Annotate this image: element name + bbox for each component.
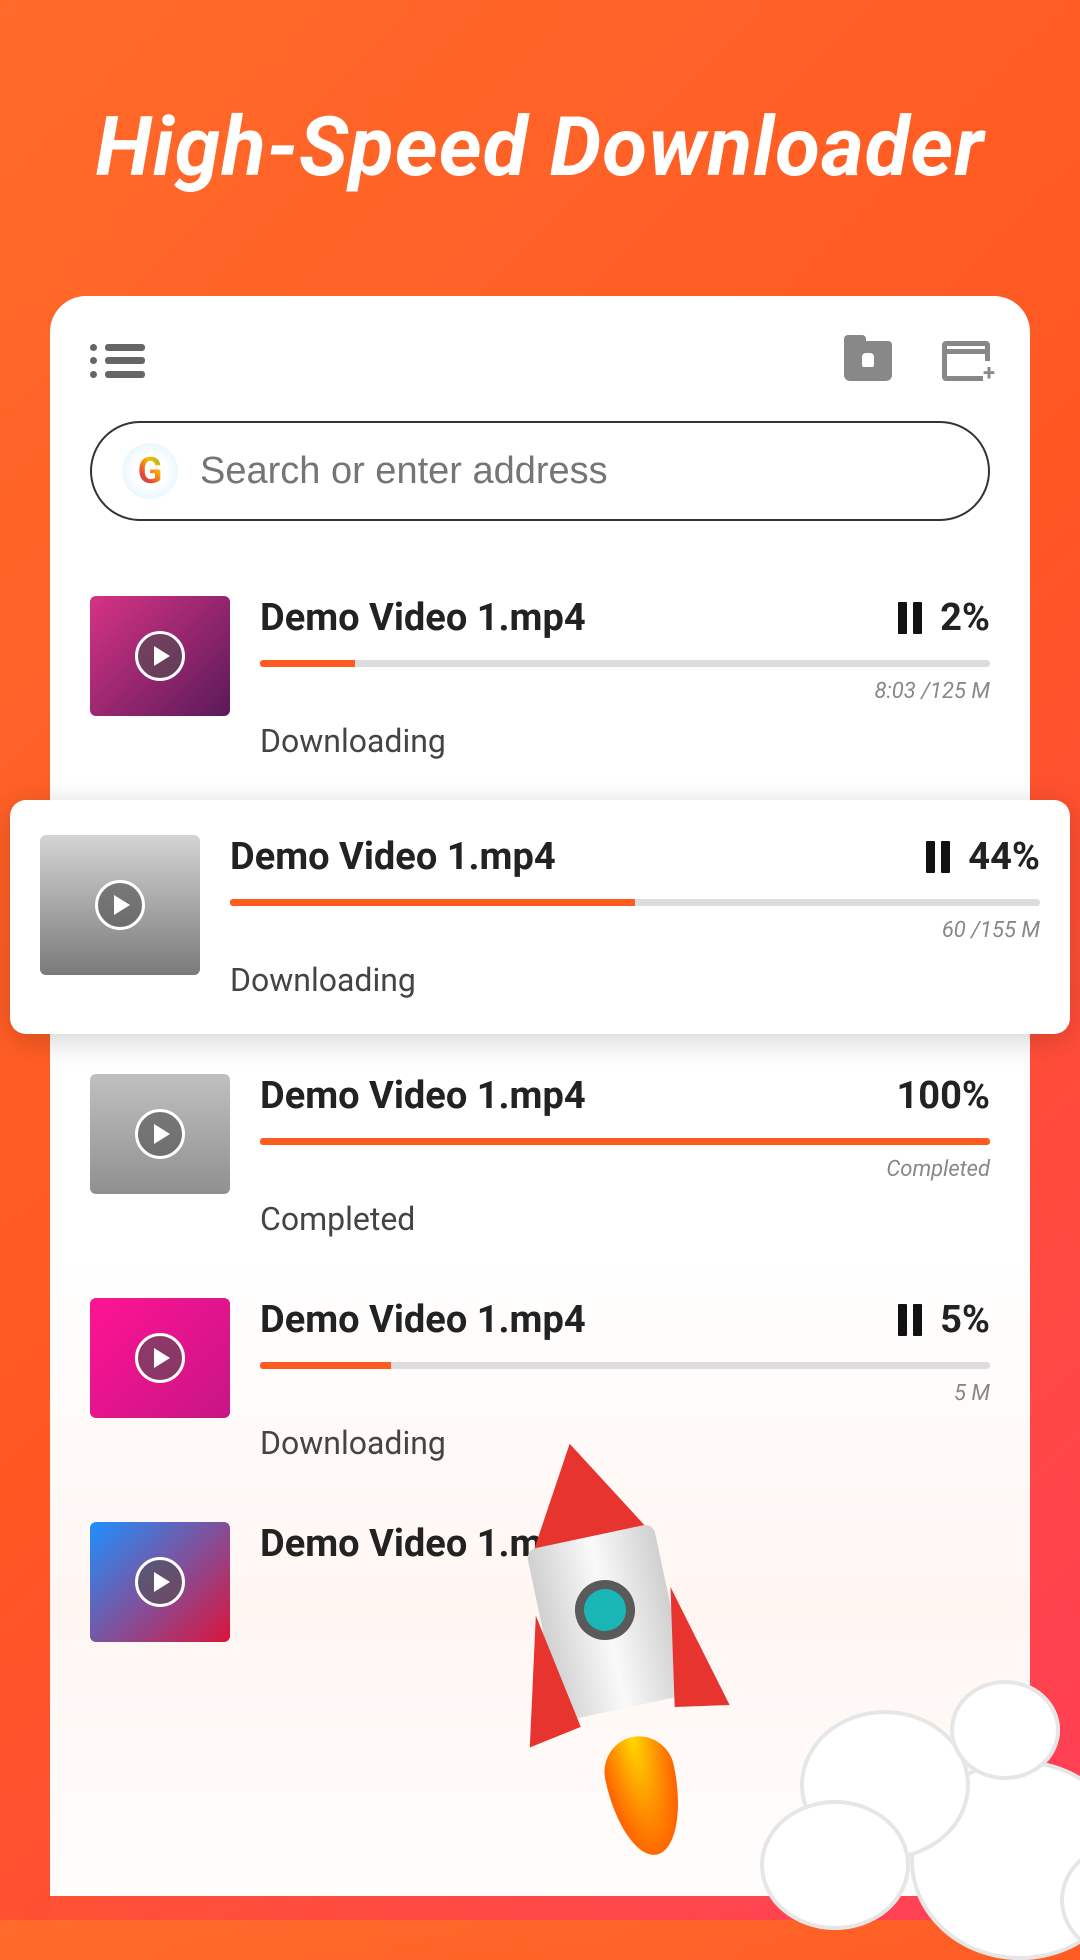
play-icon bbox=[95, 880, 145, 930]
download-size: 60 /155 M bbox=[230, 918, 1040, 943]
download-percent: 100% bbox=[897, 1074, 991, 1118]
pause-icon[interactable] bbox=[898, 1304, 922, 1336]
download-item[interactable]: Demo Video 1.mp4 2% 8:03 /125 M Download… bbox=[50, 566, 1030, 790]
hero-title: High-Speed Downloader bbox=[0, 0, 1080, 256]
progress-bar bbox=[230, 899, 1040, 906]
play-icon bbox=[135, 1557, 185, 1607]
private-folder-icon[interactable] bbox=[844, 341, 892, 381]
download-item[interactable]: Demo Video 1.mp4 5% 5 M Downloading bbox=[50, 1268, 1030, 1492]
pause-icon[interactable] bbox=[898, 602, 922, 634]
download-title: Demo Video 1.mp4 bbox=[260, 1298, 586, 1342]
search-input[interactable] bbox=[200, 450, 958, 493]
download-size: 5 M bbox=[260, 1381, 990, 1406]
download-item[interactable]: Demo Video 1.mp4 44% 60 /155 M Downloadi… bbox=[10, 800, 1070, 1034]
download-percent: 5% bbox=[940, 1298, 990, 1342]
video-thumbnail[interactable] bbox=[90, 1522, 230, 1642]
download-title: Demo Video 1.mp4 bbox=[260, 1074, 586, 1118]
video-thumbnail[interactable] bbox=[90, 1298, 230, 1418]
download-size: Completed bbox=[260, 1157, 990, 1182]
google-icon: G bbox=[122, 443, 178, 499]
video-thumbnail[interactable] bbox=[90, 1074, 230, 1194]
play-icon bbox=[135, 1109, 185, 1159]
download-title: Demo Video 1.mp4 bbox=[260, 596, 586, 640]
download-percent: 2% bbox=[940, 596, 990, 640]
video-thumbnail[interactable] bbox=[90, 596, 230, 716]
download-percent: 44% bbox=[968, 835, 1040, 879]
progress-bar bbox=[260, 1138, 990, 1145]
download-title: Demo Video 1.mp4 bbox=[230, 835, 556, 879]
menu-list-icon[interactable] bbox=[90, 341, 145, 381]
search-bar[interactable]: G bbox=[90, 421, 990, 521]
video-thumbnail[interactable] bbox=[40, 835, 200, 975]
download-status: Downloading bbox=[230, 961, 1040, 999]
pause-icon[interactable] bbox=[926, 841, 950, 873]
download-item[interactable]: Demo Video 1.mp4 100% Completed Complete… bbox=[50, 1044, 1030, 1268]
play-icon bbox=[135, 1333, 185, 1383]
progress-bar bbox=[260, 1362, 990, 1369]
download-status: Completed bbox=[260, 1200, 990, 1238]
download-title: Demo Video 1.mp4 bbox=[260, 1522, 586, 1566]
app-card: G Demo Video 1.mp4 2% 8:03 /125 M Downlo… bbox=[50, 296, 1030, 1896]
new-tab-icon[interactable] bbox=[942, 341, 990, 381]
toolbar bbox=[50, 341, 1030, 421]
download-size: 8:03 /125 M bbox=[260, 679, 990, 704]
play-icon bbox=[135, 631, 185, 681]
download-status: Downloading bbox=[260, 722, 990, 760]
download-status: Downloading bbox=[260, 1424, 990, 1462]
progress-bar bbox=[260, 660, 990, 667]
download-item[interactable]: Demo Video 1.mp4 bbox=[50, 1492, 1030, 1672]
